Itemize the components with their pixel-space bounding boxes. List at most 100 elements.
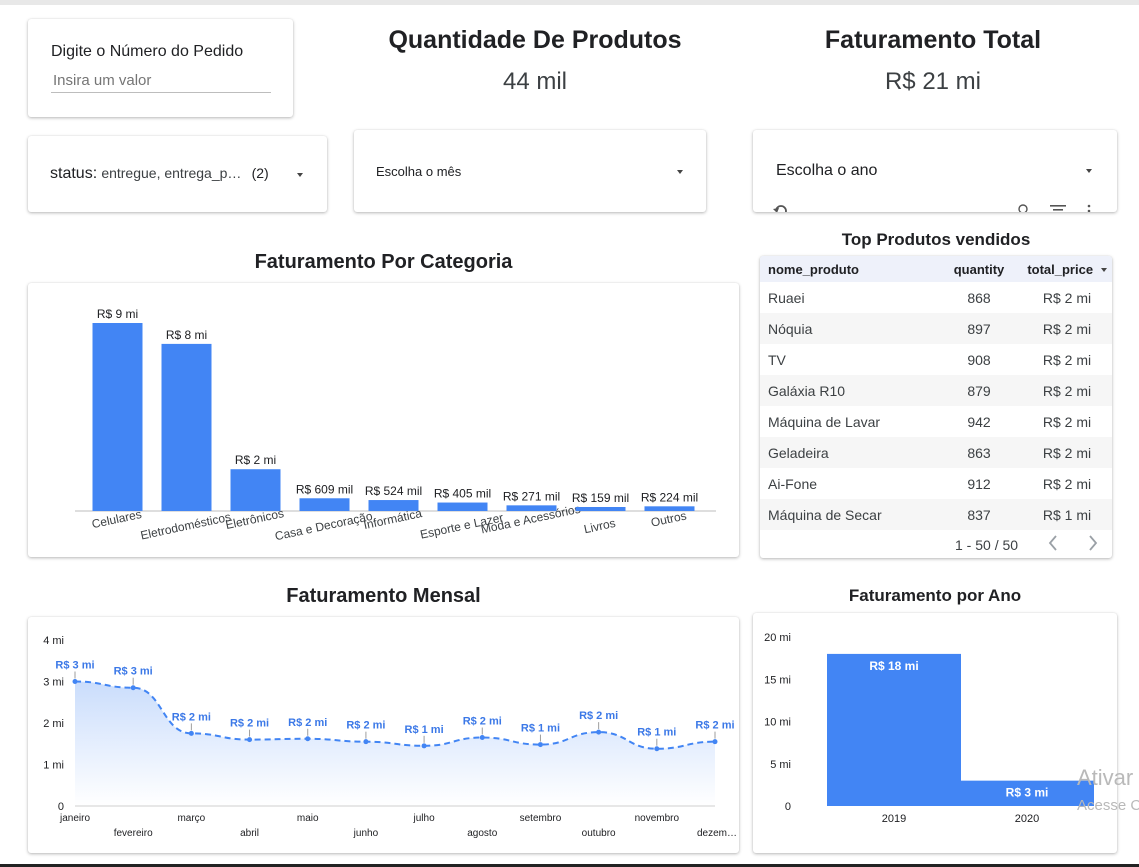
column-header-quantity[interactable]: quantity xyxy=(936,256,1014,282)
column-header-total-price[interactable]: total_price xyxy=(1014,256,1112,282)
cell-nome-produto: TV xyxy=(768,351,786,368)
status-count: (2) xyxy=(251,165,269,181)
bar-2019 xyxy=(827,653,961,806)
year-chart-card: 0 5 mi 10 mi 15 mi 20 mi R$ 18 mi 2019 R$ 3 mi 2… xyxy=(753,613,1117,853)
column-header-nome-produto[interactable]: nome_produto xyxy=(760,256,936,282)
activation-watermark-title: Ativar xyxy=(1077,765,1134,790)
data-point xyxy=(305,736,311,742)
data-label: R$ 271 mil xyxy=(503,489,560,503)
cell-nome-produto: Ai-Fone xyxy=(768,475,818,492)
table-row[interactable]: Galáxia R10 879 R$ 2 mi xyxy=(760,375,1112,406)
cell-quantity: 868 xyxy=(967,289,991,306)
cell-total-price: R$ 2 mi xyxy=(1042,475,1092,492)
undo-icon[interactable] xyxy=(773,204,789,212)
x-tick-label: 2019 xyxy=(882,813,906,825)
x-tick-label: Livros xyxy=(583,516,617,536)
bar-8 xyxy=(575,507,626,511)
bar-1 xyxy=(92,323,143,511)
data-point xyxy=(596,729,602,735)
table-row[interactable]: Máquina de Lavar 942 R$ 2 mi xyxy=(760,406,1112,437)
data-label: R$ 159 mil xyxy=(572,491,629,505)
x-tick-label: maio xyxy=(297,813,319,824)
activation-watermark-subtitle: Acesse C xyxy=(1077,797,1139,814)
filter-icon[interactable] xyxy=(1050,204,1066,212)
kpi-revenue-title: Faturamento Total xyxy=(824,26,1042,54)
dropdown-caret-icon xyxy=(297,173,303,177)
y-tick-label: 20 mi xyxy=(764,632,791,644)
bar-9 xyxy=(644,506,695,511)
order-number-filter: Digite o Número do Pedido xyxy=(28,19,293,117)
status-filter[interactable]: status: entregue, entrega_p… (2) xyxy=(28,136,327,212)
top-products-card: nome_produto quantity total_price Ruaei 8… xyxy=(760,256,1112,558)
x-tick-label: fevereiro xyxy=(114,828,153,839)
zoom-icon[interactable] xyxy=(1018,204,1030,212)
data-label: R$ 2 mi xyxy=(235,453,276,467)
data-label: R$ 3 mi xyxy=(114,666,153,678)
status-filter-text: status: entregue, entrega_p… (2) xyxy=(50,165,269,183)
table-row[interactable]: TV 908 R$ 2 mi xyxy=(760,344,1112,375)
category-chart-card: R$ 9 mi Celulares R$ 8 mi Eletrodomésticos R… xyxy=(28,283,739,557)
dropdown-caret-icon xyxy=(677,170,683,174)
order-number-input[interactable] xyxy=(51,68,271,93)
cell-total-price: R$ 2 mi xyxy=(1014,313,1112,344)
bar-6 xyxy=(437,502,488,511)
dropdown-caret-icon xyxy=(1086,169,1092,173)
chevron-left-icon[interactable] xyxy=(1047,535,1059,551)
data-point xyxy=(130,685,136,691)
chevron-right-icon[interactable] xyxy=(1087,535,1099,551)
data-label: R$ 2 mi xyxy=(695,720,734,732)
top-products-title: Top Produtos vendidos xyxy=(841,230,1031,249)
bar-3 xyxy=(230,469,281,511)
y-tick-label: 10 mi xyxy=(764,717,791,729)
data-label: R$ 405 mil xyxy=(434,487,491,501)
cell-quantity: 897 xyxy=(936,313,1014,344)
data-point xyxy=(363,739,369,745)
table-row[interactable]: Ruaei 868 R$ 2 mi xyxy=(760,282,1112,313)
y-tick-label: 15 mi xyxy=(764,674,791,686)
data-label: R$ 1 mi xyxy=(405,724,444,736)
kpi-revenue-value: R$ 21 mi xyxy=(884,68,982,95)
x-tick-label: abril xyxy=(240,828,259,839)
data-point xyxy=(712,739,718,745)
data-label: R$ 3 mi xyxy=(1006,786,1049,800)
category-chart: R$ 9 miCelularesR$ 8 miEletrodomésticosR… xyxy=(75,307,716,543)
month-filter[interactable]: Escolha o mês xyxy=(354,130,706,212)
y-tick-label: 5 mi xyxy=(770,759,791,771)
cell-quantity: 879 xyxy=(936,375,1014,406)
data-label: R$ 8 mi xyxy=(166,328,207,342)
table-row[interactable]: Geladeira 863 R$ 2 mi xyxy=(760,437,1112,468)
year-chart-title: Faturamento por Ano xyxy=(848,586,1022,605)
data-label: R$ 18 mi xyxy=(869,659,918,673)
x-tick-label: Outros xyxy=(650,508,688,529)
category-chart-title: Faturamento Por Categoria xyxy=(254,251,513,273)
cell-quantity: 912 xyxy=(967,475,991,492)
kpi-quantity-title: Quantidade De Produtos xyxy=(388,26,682,54)
more-vert-icon[interactable] xyxy=(1086,204,1092,212)
x-tick-label: janeiro xyxy=(59,813,90,824)
cell-quantity: 908 xyxy=(967,351,991,368)
data-label: R$ 2 mi xyxy=(579,710,618,722)
data-label: R$ 2 mi xyxy=(346,720,385,732)
status-label: status xyxy=(50,165,93,182)
x-tick-label: dezem… xyxy=(697,828,737,839)
data-label: R$ 1 mi xyxy=(637,727,676,739)
table-row[interactable]: Ai-Fone 912 R$ 2 mi xyxy=(760,468,1112,499)
data-point xyxy=(654,746,660,752)
cell-total-price: R$ 2 mi xyxy=(1042,289,1092,306)
sort-desc-icon xyxy=(1100,267,1107,272)
x-tick-label: Eletrodomésticos xyxy=(139,510,232,543)
cell-nome-produto: Galáxia R10 xyxy=(760,375,936,406)
data-point xyxy=(479,735,485,741)
year-filter[interactable]: Escolha o ano xyxy=(753,130,1117,212)
x-tick-label: outubro xyxy=(582,828,616,839)
data-label: R$ 609 mil xyxy=(296,482,353,496)
data-label: R$ 524 mil xyxy=(365,484,422,498)
y-tick-label: 0 xyxy=(58,801,64,813)
cell-total-price: R$ 2 mi xyxy=(1014,375,1112,406)
cell-nome-produto: Nóquia xyxy=(760,313,936,344)
table-row[interactable]: Máquina de Secar 837 R$ 1 mi xyxy=(760,499,1112,530)
table-row[interactable]: Nóquia 897 R$ 2 mi xyxy=(760,313,1112,344)
status-colon: : xyxy=(92,165,98,182)
data-point xyxy=(537,742,543,748)
data-point xyxy=(72,679,78,684)
